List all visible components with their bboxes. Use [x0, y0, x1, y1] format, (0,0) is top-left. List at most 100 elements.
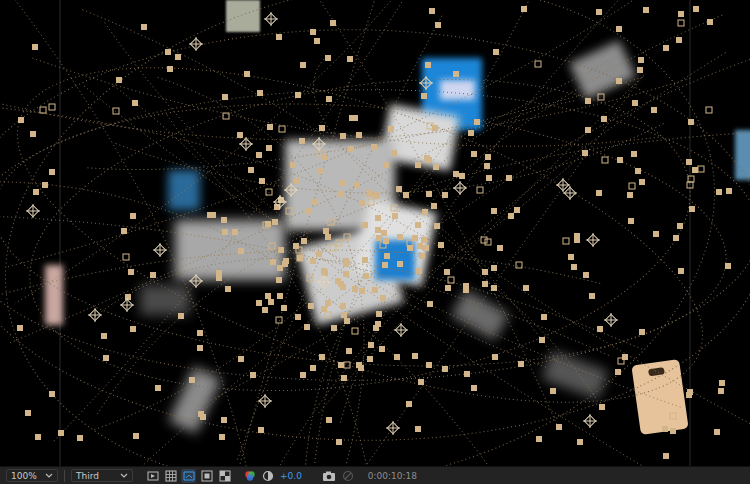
motion-path[interactable]	[325, 81, 639, 466]
keyframe[interactable]	[601, 116, 607, 122]
keyframe[interactable]	[453, 71, 459, 77]
keyframe[interactable]	[101, 333, 107, 339]
keyframe[interactable]	[279, 126, 285, 132]
keyframe[interactable]	[130, 326, 136, 332]
keyframe[interactable]	[125, 294, 131, 300]
keyframe[interactable]	[651, 107, 657, 113]
keyframe[interactable]	[359, 288, 365, 294]
keyframe[interactable]	[535, 61, 541, 67]
keyframe[interactable]	[426, 157, 432, 163]
exposure-value[interactable]: +0.0	[280, 471, 302, 481]
motion-path[interactable]	[32, 58, 658, 146]
keyframe[interactable]	[471, 151, 477, 157]
keyframe[interactable]	[263, 222, 269, 228]
keyframe[interactable]	[622, 354, 628, 360]
keyframe[interactable]	[256, 300, 262, 306]
keyframe[interactable]	[418, 379, 424, 385]
keyframe[interactable]	[599, 404, 605, 410]
anchor-point-icon[interactable]	[312, 137, 326, 151]
keyframe[interactable]	[380, 295, 386, 301]
keyframe[interactable]	[307, 275, 313, 281]
motion-path[interactable]	[340, 0, 656, 423]
keyframe[interactable]	[397, 234, 403, 240]
keyframe[interactable]	[629, 183, 635, 189]
keyframe[interactable]	[670, 413, 676, 419]
motion-path[interactable]	[0, 250, 601, 323]
keyframe[interactable]	[615, 369, 621, 375]
keyframe[interactable]	[539, 337, 545, 343]
keyframe[interactable]	[406, 401, 412, 407]
anchor-point-icon[interactable]	[264, 12, 278, 26]
keyframe[interactable]	[222, 94, 228, 100]
keyframe[interactable]	[719, 380, 725, 386]
keyframe[interactable]	[374, 192, 380, 198]
motion-path[interactable]	[5, 0, 668, 268]
keyframe[interactable]	[49, 104, 55, 110]
layer-frame[interactable]	[569, 40, 636, 99]
exposure-reset-icon[interactable]	[262, 470, 274, 482]
keyframe[interactable]	[25, 410, 31, 416]
keyframe[interactable]	[678, 11, 684, 17]
keyframe[interactable]	[248, 167, 254, 173]
keyframe[interactable]	[295, 92, 301, 98]
layer-frame[interactable]	[542, 351, 609, 400]
motion-path[interactable]	[220, 0, 408, 466]
keyframe[interactable]	[384, 253, 390, 259]
keyframe[interactable]	[296, 247, 302, 253]
keyframe[interactable]	[376, 311, 382, 317]
keyframe[interactable]	[698, 166, 704, 172]
keyframe[interactable]	[663, 453, 669, 459]
keyframe[interactable]	[341, 312, 347, 318]
keyframe[interactable]	[388, 126, 394, 132]
keyframe[interactable]	[343, 271, 349, 277]
keyframe[interactable]	[493, 49, 499, 55]
keyframe[interactable]	[597, 326, 603, 332]
keyframe[interactable]	[707, 19, 713, 25]
keyframe[interactable]	[256, 152, 262, 158]
keyframe[interactable]	[628, 218, 634, 224]
keyframe[interactable]	[113, 108, 119, 114]
keyframe[interactable]	[266, 145, 272, 151]
keyframe[interactable]	[471, 385, 477, 391]
layer-frame[interactable]	[45, 265, 63, 325]
anchor-point-icon[interactable]	[189, 274, 203, 288]
keyframe[interactable]	[678, 268, 684, 274]
keyframe[interactable]	[632, 100, 638, 106]
keyframe[interactable]	[318, 168, 324, 174]
keyframe[interactable]	[550, 388, 556, 394]
keyframe[interactable]	[639, 329, 645, 335]
keyframe[interactable]	[130, 213, 136, 219]
keyframe[interactable]	[270, 259, 276, 265]
keyframe[interactable]	[627, 192, 633, 198]
anchor-point-icon[interactable]	[317, 275, 331, 289]
keyframe[interactable]	[568, 254, 574, 260]
motion-path[interactable]	[8, 37, 713, 434]
anchor-point-icon[interactable]	[419, 76, 433, 90]
keyframe[interactable]	[482, 269, 488, 275]
keyframe[interactable]	[344, 318, 350, 324]
motion-path[interactable]	[15, 1, 391, 303]
keyframe[interactable]	[373, 193, 379, 199]
anchor-point-icon[interactable]	[453, 181, 467, 195]
anchor-point-icon[interactable]	[258, 394, 272, 408]
keyframe[interactable]	[295, 314, 301, 320]
motion-path[interactable]	[104, 22, 546, 367]
motion-path[interactable]	[298, 0, 557, 425]
anchor-point-icon[interactable]	[26, 204, 40, 218]
keyframe[interactable]	[276, 277, 282, 283]
keyframe[interactable]	[354, 182, 360, 188]
keyframe[interactable]	[585, 127, 591, 133]
anchor-point-icon[interactable]	[586, 233, 600, 247]
keyframe[interactable]	[356, 132, 362, 138]
keyframe[interactable]	[486, 175, 492, 181]
keyframe[interactable]	[448, 277, 454, 283]
motion-path[interactable]	[8, 58, 616, 344]
keyframe[interactable]	[336, 439, 342, 445]
keyframe[interactable]	[155, 385, 161, 391]
anchor-point-icon[interactable]	[88, 308, 102, 322]
grid-toggle[interactable]	[163, 469, 178, 483]
keyframe[interactable]	[379, 346, 385, 352]
motion-path[interactable]	[156, 77, 364, 466]
motion-path[interactable]	[96, 133, 746, 417]
motion-path[interactable]	[11, 0, 266, 466]
